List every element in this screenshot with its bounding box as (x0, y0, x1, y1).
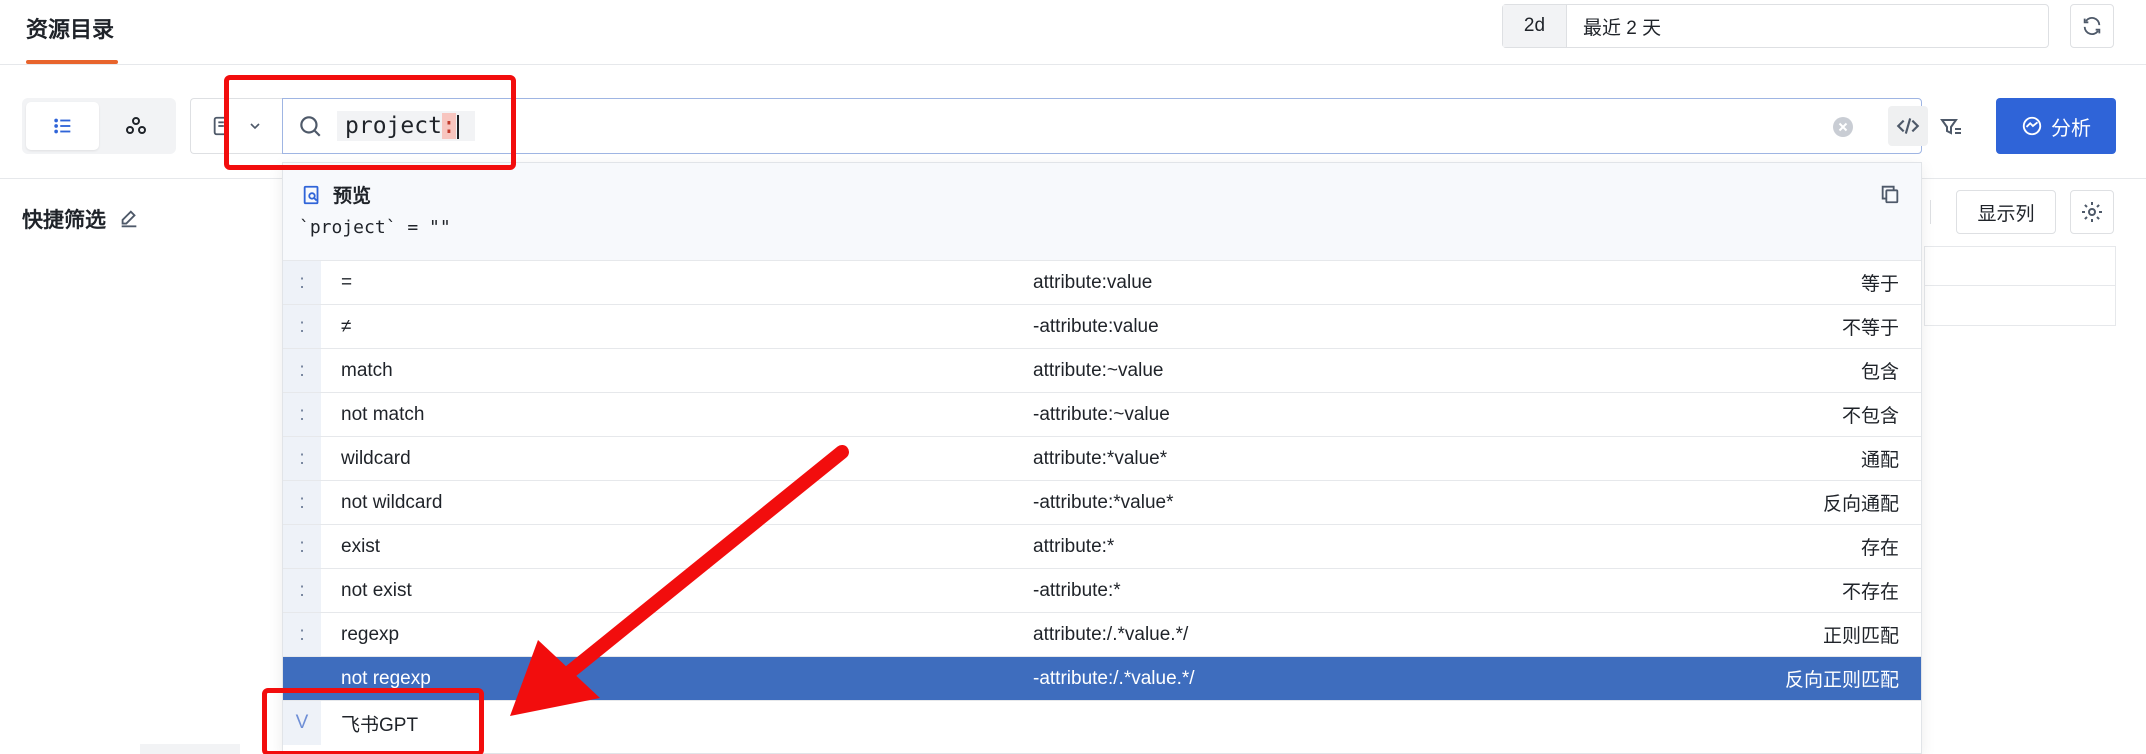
operator-name: match (341, 359, 393, 381)
operator-name: ≠ (341, 315, 352, 337)
operator-description: 不存在 (1841, 582, 1899, 603)
operator-syntax: attribute:/.*value.*/ (1033, 623, 1189, 645)
time-range-picker[interactable]: 2d 最近 2 天 (1502, 4, 2049, 48)
operator-key: : (283, 569, 321, 612)
operator-description: 不等于 (1841, 318, 1899, 339)
filter-button[interactable] (1934, 110, 1968, 144)
cluster-view-button[interactable] (99, 102, 172, 150)
operator-key: : (283, 393, 321, 436)
edit-icon[interactable] (118, 208, 140, 230)
settings-icon (2082, 202, 2102, 222)
operator-name: not regexp (341, 667, 431, 689)
operator-description: 正则匹配 (1822, 626, 1899, 647)
preview-icon (303, 185, 319, 204)
operator-syntax: attribute:*value* (1033, 447, 1168, 469)
operator-syntax: -attribute:*value* (1033, 491, 1174, 513)
operator-description: 等于 (1860, 274, 1899, 295)
operator-description: 不包含 (1841, 406, 1899, 427)
settings-button[interactable] (2070, 190, 2114, 234)
operator-row[interactable]: : = attribute:value 等于 (283, 261, 1921, 305)
annotation-highlight-search (224, 75, 516, 170)
operator-key: : (283, 437, 321, 480)
operator-name: = (341, 271, 353, 293)
autocomplete-dropdown: 预览 `project` = "" : = attribute:value 等于: ≠ -… (282, 162, 1922, 754)
operator-row[interactable]: : match attribute:~value 包含 (283, 349, 1921, 393)
preview-query: `project` = "" (299, 217, 451, 238)
operator-description: 通配 (1860, 450, 1899, 471)
operator-row[interactable]: : wildcard attribute:*value* 通配 (283, 437, 1921, 481)
time-range-label: 最近 2 天 (1583, 17, 1662, 39)
operator-row[interactable]: : regexp attribute:/.*value.*/ 正则匹配 (283, 613, 1921, 657)
quick-filter-label: 快捷筛选 (22, 209, 106, 232)
operator-key: : (283, 261, 321, 304)
list-view-icon (53, 118, 70, 134)
annotation-highlight-value (262, 688, 484, 754)
operator-key: : (283, 305, 321, 348)
filter-icon (1940, 119, 1961, 135)
operator-list: : = attribute:value 等于: ≠ -attribute:value 不等于… (283, 261, 1921, 701)
view-toggle (22, 98, 176, 154)
value-suggestion-list: V 飞书GPT (283, 701, 1921, 745)
operator-description: 包含 (1860, 362, 1899, 383)
code-mode-button[interactable] (1888, 106, 1928, 146)
operator-description: 反向正则匹配 (1784, 670, 1899, 691)
refresh-icon (2083, 17, 2101, 35)
operator-name: not match (341, 403, 425, 425)
results-table (1924, 246, 2116, 326)
preview-header: 预览 (301, 181, 371, 208)
analyze-label: 分析 (2051, 117, 2091, 140)
operator-row[interactable]: : not wildcard -attribute:*value* 反向通配 (283, 481, 1921, 525)
clear-icon[interactable] (1831, 115, 1855, 139)
operator-syntax: attribute:* (1033, 535, 1115, 557)
operator-name: exist (341, 535, 381, 557)
operator-name: regexp (341, 623, 400, 645)
header-divider (0, 64, 2146, 65)
query-preview: 预览 `project` = "" (283, 163, 1921, 261)
operator-description: 存在 (1860, 538, 1899, 559)
operator-syntax: -attribute:* (1033, 579, 1121, 601)
operator-key: : (283, 481, 321, 524)
operator-row[interactable]: : exist attribute:* 存在 (283, 525, 1921, 569)
preview-title: 预览 (333, 186, 372, 207)
operator-description: 反向通配 (1822, 494, 1899, 515)
operator-row[interactable]: : ≠ -attribute:value 不等于 (283, 305, 1921, 349)
bottom-panel-edge (140, 744, 240, 754)
operator-name: not exist (341, 579, 412, 601)
operator-syntax: -attribute:value (1033, 315, 1159, 337)
analyze-icon (2022, 116, 2042, 136)
operator-row[interactable]: : not exist -attribute:* 不存在 (283, 569, 1921, 613)
code-icon (1896, 118, 1920, 134)
operator-row[interactable]: : not regexp -attribute:/.*value.*/反向正则匹配 (283, 657, 1921, 701)
operator-key: : (283, 349, 321, 392)
operator-key: : (283, 525, 321, 568)
cluster-view-icon (125, 117, 146, 134)
operator-name: wildcard (341, 447, 411, 469)
operator-syntax: attribute:value (1033, 271, 1153, 293)
time-range-short: 2d (1503, 5, 1567, 47)
operator-syntax: -attribute:/.*value.*/ (1033, 667, 1195, 689)
page-title: 资源目录 (26, 17, 115, 42)
operator-key: : (283, 613, 321, 656)
list-view-button[interactable] (26, 102, 99, 150)
operator-name: not wildcard (341, 491, 443, 513)
display-columns-button[interactable]: 显示列 (1956, 190, 2056, 234)
operator-row[interactable]: : not match -attribute:~value 不包含 (283, 393, 1921, 437)
search-input[interactable]: project: (282, 98, 1922, 154)
operator-syntax: -attribute:~value (1033, 403, 1170, 425)
quick-filter-header: 快捷筛选 (22, 204, 140, 234)
refresh-button[interactable] (2070, 4, 2114, 48)
operator-syntax: attribute:~value (1033, 359, 1164, 381)
analyze-button[interactable]: 分析 (1996, 98, 2116, 154)
value-suggestion-row[interactable]: V 飞书GPT (283, 701, 1921, 745)
copy-icon[interactable] (1879, 183, 1901, 205)
toolbar-separator (1930, 200, 1931, 224)
